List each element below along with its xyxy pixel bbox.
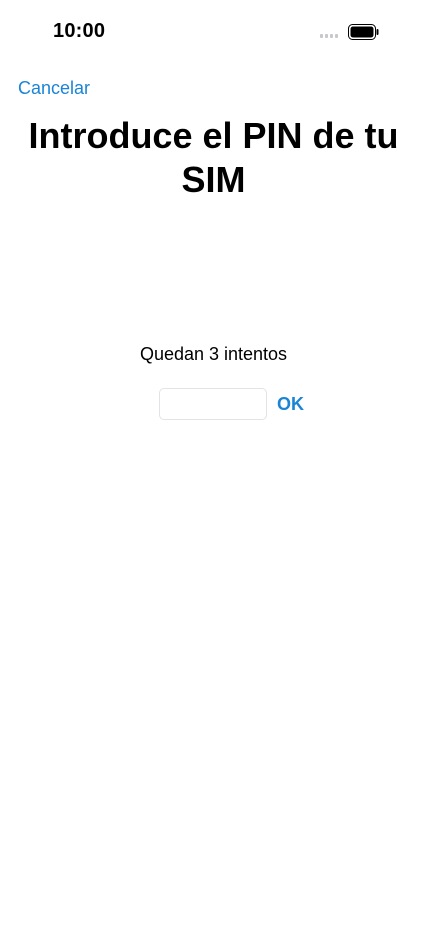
cancel-button[interactable]: Cancelar [18, 78, 90, 99]
ok-button[interactable]: OK [277, 394, 304, 415]
battery-full-icon [348, 24, 379, 40]
status-bar: 10:00 [0, 0, 427, 64]
status-time: 10:00 [53, 20, 106, 42]
sim-pin-input[interactable] [159, 388, 267, 420]
page-title: Introduce el PIN de tu SIM [28, 115, 399, 200]
cellular-signal-icon [320, 30, 342, 38]
attempts-remaining-text: Quedan 3 intentos [139, 344, 288, 364]
